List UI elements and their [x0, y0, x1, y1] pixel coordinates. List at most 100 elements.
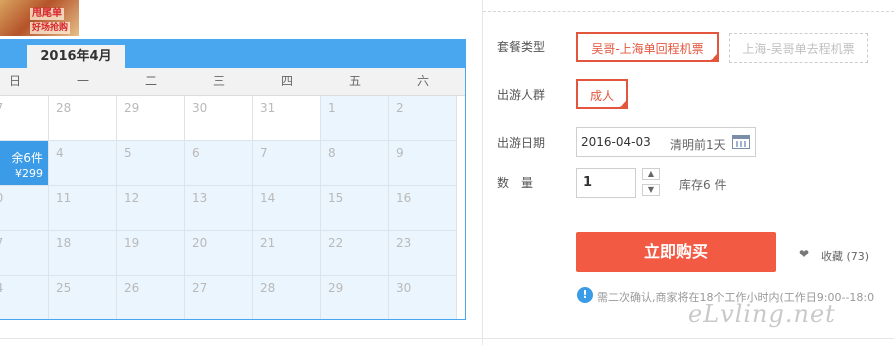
panel-divider: [482, 0, 483, 345]
package-option-return[interactable]: 吴哥-上海单回程机票 ✓: [576, 32, 719, 62]
calendar-day-cell[interactable]: 31: [253, 96, 321, 141]
date-calendar: 2016年4月 日 一 二 三 四 五 六 2728293031123余6件¥2…: [0, 39, 466, 320]
calendar-day-number: 5: [124, 146, 132, 160]
calendar-day-cell[interactable]: 15: [321, 186, 389, 231]
calendar-day-number: 16: [396, 191, 412, 205]
calendar-day-cell[interactable]: 10: [0, 186, 49, 231]
calendar-day-cell[interactable]: 7: [253, 141, 321, 186]
banner-title: 甩尾单: [30, 8, 64, 20]
calendar-day-cell[interactable]: 26: [117, 276, 185, 319]
calendar-day-cell[interactable]: 17: [0, 231, 49, 276]
stock-count: 库存6 件: [679, 178, 727, 192]
chevron-up-icon: ▲: [647, 169, 655, 178]
package-option-return-label: 吴哥-上海单回程机票: [591, 42, 704, 56]
calendar-day-cell[interactable]: 11: [49, 186, 117, 231]
calendar-day-cell[interactable]: 28: [49, 96, 117, 141]
calendar-day-number: 11: [56, 191, 72, 205]
calendar-day-cell[interactable]: 6: [185, 141, 253, 186]
calendar-day-cell[interactable]: 27: [0, 96, 49, 141]
calendar-day-cell[interactable]: 14: [253, 186, 321, 231]
calendar-day-number: 30: [396, 281, 412, 295]
calendar-day-cell[interactable]: 13: [185, 186, 253, 231]
selected-check-icon: ✓: [619, 100, 626, 109]
weekday-thu: 四: [280, 74, 293, 88]
calendar-day-cell[interactable]: 29: [321, 276, 389, 319]
selected-check-icon: ✓: [710, 53, 717, 62]
calendar-day-number: 10: [0, 191, 3, 205]
package-option-outbound-label: 上海-吴哥单去程机票: [742, 42, 855, 56]
promo-banner-thumbnail[interactable]: 甩尾单 好场抢购: [0, 0, 79, 36]
weekday-wed: 三: [212, 74, 225, 88]
calendar-day-number: 23: [396, 236, 412, 250]
travel-date-field[interactable]: 2016-04-03 清明前1天: [576, 127, 756, 157]
calendar-day-number: 1: [328, 101, 336, 115]
calendar-day-number: 29: [124, 101, 140, 115]
calendar-header: 2016年4月: [0, 40, 465, 68]
travel-date-label: 出游日期: [497, 136, 546, 150]
calendar-day-number: 27: [0, 101, 3, 115]
calendar-day-number: 28: [56, 101, 72, 115]
calendar-day-cell[interactable]: 28: [253, 276, 321, 319]
calendar-month-tab[interactable]: 2016年4月: [27, 45, 125, 68]
calendar-day-cell[interactable]: 27: [185, 276, 253, 319]
calendar-day-number: 18: [56, 236, 72, 250]
heart-icon[interactable]: ❤: [799, 247, 809, 261]
quantity-label: 数 量: [497, 176, 534, 190]
calendar-day-number: 21: [260, 236, 276, 250]
calendar-day-cell[interactable]: 5: [117, 141, 185, 186]
calendar-day-number: 29: [328, 281, 344, 295]
calendar-day-cell[interactable]: 20: [185, 231, 253, 276]
site-watermark: eLvling.net: [688, 300, 836, 328]
package-type-label: 套餐类型: [497, 40, 546, 54]
info-icon: !: [577, 287, 593, 303]
travelers-option-adult[interactable]: 成人 ✓: [576, 79, 628, 109]
calendar-icon[interactable]: [732, 135, 750, 149]
quantity-decrease-button[interactable]: ▼: [642, 184, 660, 196]
buy-now-button[interactable]: 立即购买: [576, 232, 776, 272]
calendar-day-number: 22: [328, 236, 344, 250]
quantity-increase-button[interactable]: ▲: [642, 168, 660, 180]
weekday-sat: 六: [416, 74, 429, 88]
calendar-day-number: 7: [260, 146, 268, 160]
calendar-day-number: 4: [56, 146, 64, 160]
weekday-fri: 五: [348, 74, 361, 88]
calendar-day-cell[interactable]: 2: [389, 96, 457, 141]
calendar-day-cell[interactable]: 21: [253, 231, 321, 276]
calendar-day-cell[interactable]: 30: [389, 276, 457, 319]
calendar-day-number: 13: [192, 191, 208, 205]
calendar-day-number: 24: [0, 281, 3, 295]
calendar-day-number: 14: [260, 191, 276, 205]
calendar-day-number: 2: [396, 101, 404, 115]
calendar-day-cell[interactable]: 22: [321, 231, 389, 276]
calendar-day-cell[interactable]: 29: [117, 96, 185, 141]
calendar-day-cell[interactable]: 30: [185, 96, 253, 141]
calendar-day-cell[interactable]: 23: [389, 231, 457, 276]
calendar-day-number: 8: [328, 146, 336, 160]
calendar-day-cell[interactable]: 9: [389, 141, 457, 186]
weekday-sun: 日: [8, 74, 21, 88]
calendar-day-cell[interactable]: 24: [0, 276, 49, 319]
calendar-day-number: 9: [396, 146, 404, 160]
calendar-day-cell[interactable]: 19: [117, 231, 185, 276]
calendar-day-cell[interactable]: 12: [117, 186, 185, 231]
calendar-day-number: 12: [124, 191, 140, 205]
travelers-label: 出游人群: [497, 88, 546, 102]
package-option-outbound[interactable]: 上海-吴哥单去程机票: [729, 33, 868, 63]
chevron-down-icon: ▼: [647, 185, 655, 194]
calendar-day-cell[interactable]: 18: [49, 231, 117, 276]
favorite-count[interactable]: 收藏 (73): [821, 248, 869, 264]
calendar-day-cell[interactable]: 16: [389, 186, 457, 231]
weekday-mon: 一: [76, 74, 89, 88]
calendar-day-cell[interactable]: 3余6件¥299: [0, 141, 49, 186]
calendar-weekday-row: 日 一 二 三 四 五 六: [0, 68, 465, 96]
calendar-day-cell[interactable]: 8: [321, 141, 389, 186]
calendar-day-cell[interactable]: 1: [321, 96, 389, 141]
weekday-tue: 二: [144, 74, 157, 88]
quantity-input[interactable]: 1: [576, 168, 636, 198]
travelers-option-adult-label: 成人: [589, 89, 614, 103]
banner-subtitle: 好场抢购: [30, 22, 71, 34]
calendar-day-number: 17: [0, 236, 3, 250]
calendar-day-cell[interactable]: 25: [49, 276, 117, 319]
calendar-day-number: 20: [192, 236, 208, 250]
calendar-day-cell[interactable]: 4: [49, 141, 117, 186]
